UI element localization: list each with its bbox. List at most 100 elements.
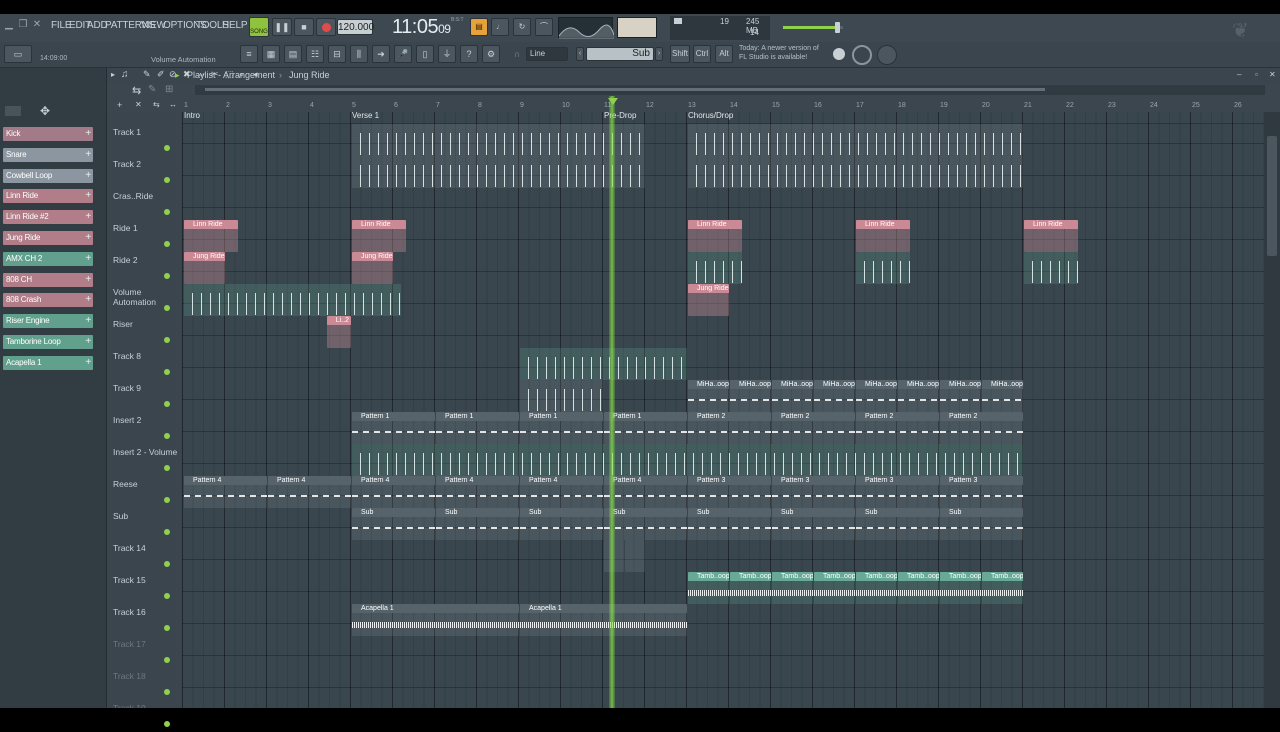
playlist-clip[interactable]: Jung Ride	[352, 252, 393, 284]
playlist-clip[interactable]: Tamb..oop	[688, 572, 729, 604]
channel-9[interactable]: Riser Engine +	[3, 314, 93, 329]
channel-add-icon[interactable]: +	[85, 231, 91, 245]
playlist-clip[interactable]: MiHa..oop	[856, 380, 897, 412]
track-enable-icon[interactable]	[164, 241, 170, 247]
snap-icon[interactable]: ▭	[4, 45, 32, 63]
brush-icon[interactable]: ✐	[157, 69, 165, 80]
playlist-clip[interactable]: Pattern 2	[940, 412, 1023, 444]
channel-select[interactable]: Sub	[586, 47, 654, 61]
plug-icon[interactable]: ⏚	[438, 45, 456, 63]
playlist-clip[interactable]: MiHa..oop	[772, 380, 813, 412]
window-min-icon[interactable]: –	[1237, 70, 1241, 79]
record-button[interactable]	[316, 18, 336, 36]
track-enable-icon[interactable]	[164, 561, 170, 567]
playlist-clip[interactable]: Sub	[352, 508, 435, 540]
shift-key-button[interactable]: Shift	[670, 45, 690, 63]
playlist-clip[interactable]: MiHa..oop	[982, 380, 1023, 412]
playlist-clip[interactable]: Pattern 2	[856, 412, 939, 444]
playlist-clip[interactable]: Linn Ride	[184, 220, 238, 252]
close-icon[interactable]: ✕	[31, 19, 43, 31]
channel-add-icon[interactable]: +	[85, 189, 91, 203]
track-scroll-icon[interactable]: ↔	[169, 100, 177, 109]
playlist-clip[interactable]	[688, 252, 742, 284]
playlist-clip[interactable]: Linn Ride	[1024, 220, 1078, 252]
track-enable-icon[interactable]	[164, 529, 170, 535]
minimize-icon[interactable]: ▁	[3, 19, 15, 31]
marker-bar[interactable]: Intro Verse 1 Pre-Drop Chorus/Drop	[182, 111, 1264, 121]
channel-add-icon[interactable]: +	[85, 314, 91, 328]
plugin-picker-icon[interactable]: ⫼	[350, 45, 368, 63]
playlist-options-icon[interactable]: ⊞	[165, 84, 173, 95]
channel-add-icon[interactable]: +	[85, 252, 91, 266]
playlist-clip[interactable]: MiHa..oop	[688, 380, 729, 412]
track-enable-icon[interactable]	[164, 721, 170, 727]
playlist-clip[interactable]	[1024, 252, 1078, 284]
playlist-icon[interactable]: ≡	[240, 45, 258, 63]
playlist-clip[interactable]	[184, 284, 402, 316]
playlist-clip[interactable]: Pattern 3	[688, 476, 771, 508]
timeline-ruler[interactable]: 1 2 3 4 5 6 7 8 9 10 11 12 13 14 15 16 17 18 19 20 21 22 23 24 2…	[182, 101, 1264, 111]
track-enable-icon[interactable]	[164, 657, 170, 663]
panel-menu-icon[interactable]	[5, 106, 21, 116]
playlist-clip[interactable]	[520, 380, 603, 412]
track-enable-icon[interactable]	[164, 689, 170, 695]
playlist-clip[interactable]: Pattern 3	[772, 476, 855, 508]
playlist-snap-icon[interactable]: ✎	[148, 84, 156, 95]
tempo-display[interactable]: 120.000	[337, 19, 374, 35]
playlist-clip[interactable]: Pattern 1	[352, 412, 435, 444]
timeline-marker[interactable]: Chorus/Drop	[688, 111, 733, 120]
playlist-clip[interactable]: Pattern 4	[184, 476, 267, 508]
track-header[interactable]: Track 18	[107, 668, 182, 700]
arrow-icon[interactable]: ➜	[372, 45, 390, 63]
track-header[interactable]: Track 2	[107, 156, 182, 188]
song-overview-bar[interactable]	[195, 85, 1265, 95]
playlist-clip[interactable]: Pattern 1	[520, 412, 603, 444]
playlist-clip[interactable]: Pattern 1	[604, 412, 687, 444]
playlist-clip[interactable]: Tamb..oop	[856, 572, 897, 604]
channel-add-icon[interactable]: +	[85, 356, 91, 370]
playlist-clip[interactable]: MiHa..oop	[898, 380, 939, 412]
help-icon[interactable]: ?	[460, 45, 478, 63]
settings-icon[interactable]: ⚙	[482, 45, 500, 63]
channel-8[interactable]: 808 Crash +	[3, 293, 93, 308]
playlist-clip[interactable]: Acapella 1	[520, 604, 687, 636]
track-header[interactable]: Volume Automation	[107, 284, 182, 316]
alt-key-button[interactable]: Alt	[715, 45, 733, 63]
stop-button[interactable]: ■	[294, 18, 314, 36]
channel-1[interactable]: Snare +	[3, 147, 93, 162]
track-enable-icon[interactable]	[164, 177, 170, 183]
track-header[interactable]: Riser	[107, 316, 182, 348]
channel-10[interactable]: Tamborine Loop +	[3, 335, 93, 349]
playlist-clip[interactable]	[688, 124, 1023, 156]
playhead[interactable]	[609, 96, 615, 708]
playlist-clip[interactable]: Tamb..oop	[982, 572, 1023, 604]
track-header[interactable]: Ride 1	[107, 220, 182, 252]
track-enable-icon[interactable]	[164, 209, 170, 215]
playlist-clip[interactable]: MiHa..oop	[730, 380, 771, 412]
timeline-marker[interactable]: Intro	[184, 111, 200, 120]
window-close-icon[interactable]: ✕	[1269, 70, 1276, 79]
channel-7[interactable]: 808 CH +	[3, 272, 93, 287]
snap-mode-select[interactable]: Line	[526, 47, 568, 61]
overview-window[interactable]	[205, 88, 1045, 91]
playlist-clip[interactable]: Acapella 1	[352, 604, 519, 636]
playlist-clip[interactable]: Li..2	[326, 316, 351, 348]
ctrl-key-button[interactable]: Ctrl	[693, 45, 711, 63]
playlist-clip[interactable]: MiHa..oop	[814, 380, 855, 412]
playlist-clip[interactable]: Sub	[520, 508, 603, 540]
channel-add-icon[interactable]: +	[85, 335, 91, 349]
headphones-icon[interactable]: ♫	[121, 69, 129, 80]
channel-add-icon[interactable]: +	[85, 293, 91, 307]
playlist-clip[interactable]	[352, 156, 645, 188]
master-pitch-knob[interactable]	[877, 45, 897, 65]
pencil-icon[interactable]: ✎	[143, 69, 151, 80]
vertical-scrollbar[interactable]	[1264, 112, 1280, 708]
playlist-clip[interactable]: Sub	[856, 508, 939, 540]
playlist-clip[interactable]: Pattern 3	[940, 476, 1023, 508]
channel-6[interactable]: AMX CH 2 +	[3, 251, 93, 266]
playlist-clip[interactable]: Sub	[940, 508, 1023, 540]
master-volume-handle[interactable]	[835, 22, 840, 33]
channel-drag-icon[interactable]: ✥	[40, 104, 50, 118]
channel-11[interactable]: Acapella 1 +	[3, 355, 93, 370]
playlist-clip[interactable]	[352, 444, 1023, 476]
